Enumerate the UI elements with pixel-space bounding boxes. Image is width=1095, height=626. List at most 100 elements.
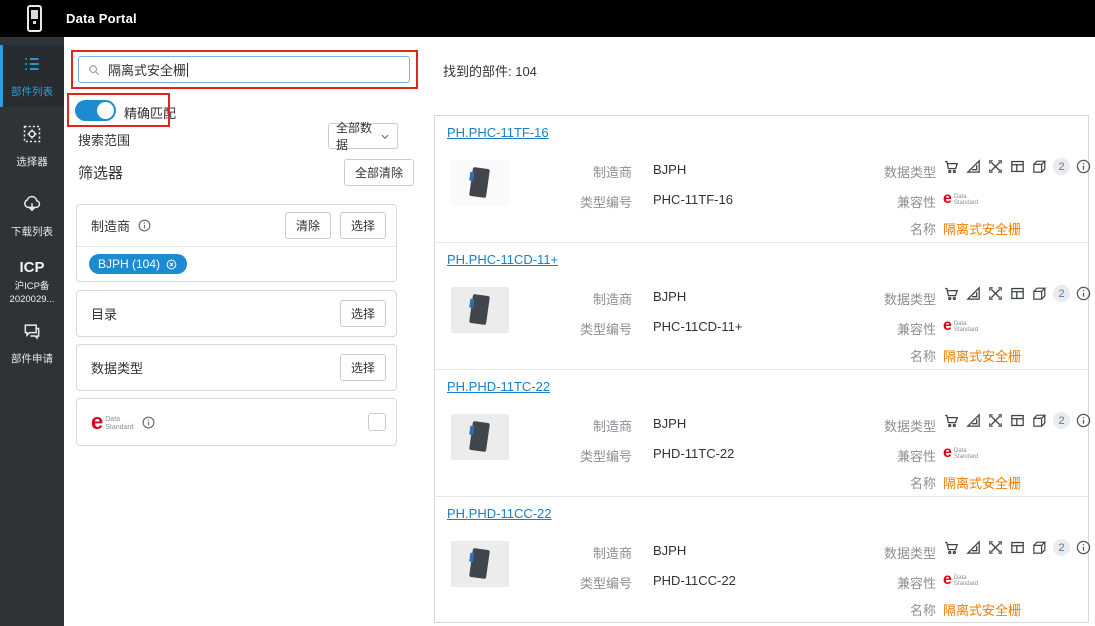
data-type-label: 数据类型 bbox=[843, 416, 936, 435]
cloud-download-icon bbox=[22, 194, 42, 214]
extra-count-badge[interactable]: 2 bbox=[1053, 158, 1070, 175]
part-link[interactable]: PH.PHD-11TC-22 bbox=[447, 379, 550, 394]
info-icon[interactable] bbox=[1075, 158, 1092, 175]
info-icon[interactable] bbox=[141, 415, 156, 430]
type-number-value: PHD-11CC-22 bbox=[653, 573, 736, 588]
clear-all-filters-button[interactable]: 全部清除 bbox=[344, 159, 414, 186]
cube-icon[interactable] bbox=[1031, 158, 1048, 175]
sidebar-item-label: 部件申请 bbox=[0, 351, 64, 366]
result-row: PH.PHC-11TF-16 制造商 BJPH 类型编号 PHC-11TF-16… bbox=[435, 116, 1088, 243]
sidebar-item-label: 下载列表 bbox=[0, 224, 64, 239]
compatibility-label: 兼容性 bbox=[843, 573, 936, 592]
cart-icon[interactable] bbox=[943, 412, 960, 429]
info-icon[interactable] bbox=[1075, 412, 1092, 429]
part-name-link[interactable]: 隔离式安全栅 bbox=[943, 473, 1021, 492]
cube-icon[interactable] bbox=[1031, 539, 1048, 556]
part-thumbnail[interactable] bbox=[451, 160, 509, 206]
set-square-icon[interactable] bbox=[965, 158, 982, 175]
sidebar-item-parts-list[interactable]: 部件列表 bbox=[0, 45, 64, 107]
list-icon bbox=[22, 54, 42, 74]
type-number-label: 类型编号 bbox=[535, 192, 632, 211]
cube-icon[interactable] bbox=[1031, 412, 1048, 429]
set-square-icon[interactable] bbox=[965, 539, 982, 556]
manufacturer-value: BJPH bbox=[653, 289, 686, 304]
part-thumbnail[interactable] bbox=[451, 414, 509, 460]
filter-card-catalog: 目录 选择 bbox=[76, 290, 397, 337]
chevron-down-icon bbox=[380, 131, 390, 142]
part-thumbnail[interactable] bbox=[451, 541, 509, 587]
data-type-icons: 2 bbox=[943, 285, 1092, 302]
extra-count-badge[interactable]: 2 bbox=[1053, 539, 1070, 556]
filters-title: 筛选器 bbox=[78, 162, 123, 183]
set-square-icon[interactable] bbox=[965, 285, 982, 302]
catalog-select-button[interactable]: 选择 bbox=[340, 300, 386, 327]
frame-3d-icon[interactable] bbox=[987, 412, 1004, 429]
datasheet-icon[interactable] bbox=[1009, 539, 1026, 556]
chat-icon bbox=[22, 321, 42, 341]
exact-match-label: 精确匹配 bbox=[124, 103, 176, 122]
datasheet-icon[interactable] bbox=[1009, 285, 1026, 302]
part-name-link[interactable]: 隔离式安全栅 bbox=[943, 219, 1021, 238]
set-square-icon[interactable] bbox=[965, 412, 982, 429]
icp-line1: 沪ICP备 bbox=[0, 280, 64, 293]
name-label: 名称 bbox=[843, 219, 936, 238]
datasheet-icon[interactable] bbox=[1009, 158, 1026, 175]
frame-3d-icon[interactable] bbox=[987, 539, 1004, 556]
edata-standard-checkbox[interactable] bbox=[368, 413, 386, 431]
icp-line2: 2020029... bbox=[0, 293, 64, 306]
manufacturer-label: 制造商 bbox=[535, 543, 632, 562]
datatype-select-button[interactable]: 选择 bbox=[340, 354, 386, 381]
frame-3d-icon[interactable] bbox=[987, 158, 1004, 175]
info-icon[interactable] bbox=[137, 218, 152, 233]
part-thumbnail[interactable] bbox=[451, 287, 509, 333]
part-name-link[interactable]: 隔离式安全栅 bbox=[943, 600, 1021, 619]
frame-3d-icon[interactable] bbox=[987, 285, 1004, 302]
type-number-value: PHC-11TF-16 bbox=[653, 192, 733, 207]
topbar: Data Portal bbox=[0, 0, 1095, 37]
manufacturer-filter-label: 制造商 bbox=[91, 216, 130, 235]
manufacturer-value: BJPH bbox=[653, 162, 686, 177]
cube-icon[interactable] bbox=[1031, 285, 1048, 302]
data-type-label: 数据类型 bbox=[843, 543, 936, 562]
info-icon[interactable] bbox=[1075, 285, 1092, 302]
edata-standard-logo: e DataStandard bbox=[943, 446, 978, 460]
datatype-filter-label: 数据类型 bbox=[91, 358, 143, 377]
manufacturer-filter-chip[interactable]: BJPH (104) bbox=[89, 254, 187, 274]
info-icon[interactable] bbox=[1075, 539, 1092, 556]
icp-title: ICP bbox=[0, 259, 64, 276]
data-type-icons: 2 bbox=[943, 539, 1092, 556]
result-row: PH.PHD-11CC-22 制造商 BJPH 类型编号 PHD-11CC-22… bbox=[435, 497, 1088, 624]
type-number-label: 类型编号 bbox=[535, 573, 632, 592]
results-count: 找到的部件: 104 bbox=[443, 61, 537, 80]
cart-icon[interactable] bbox=[943, 158, 960, 175]
remove-chip-icon[interactable] bbox=[165, 258, 178, 271]
part-link[interactable]: PH.PHC-11CD-11+ bbox=[447, 252, 558, 267]
compatibility-label: 兼容性 bbox=[843, 192, 936, 211]
result-row: PH.PHC-11CD-11+ 制造商 BJPH 类型编号 PHC-11CD-1… bbox=[435, 243, 1088, 370]
sidebar-item-label: 选择器 bbox=[0, 154, 64, 169]
part-link[interactable]: PH.PHD-11CC-22 bbox=[447, 506, 552, 521]
type-number-value: PHC-11CD-11+ bbox=[653, 319, 742, 334]
search-scope-dropdown[interactable]: 全部数据 bbox=[328, 123, 398, 149]
compatibility-label: 兼容性 bbox=[843, 319, 936, 338]
extra-count-badge[interactable]: 2 bbox=[1053, 412, 1070, 429]
part-name-link[interactable]: 隔离式安全栅 bbox=[943, 346, 1021, 365]
search-input[interactable]: 隔离式安全栅 bbox=[78, 56, 410, 83]
sidebar-item-download-list[interactable]: 下载列表 bbox=[0, 185, 64, 247]
datasheet-icon[interactable] bbox=[1009, 412, 1026, 429]
part-link[interactable]: PH.PHC-11TF-16 bbox=[447, 125, 549, 140]
type-number-label: 类型编号 bbox=[535, 446, 632, 465]
sidebar-item-selector[interactable]: 选择器 bbox=[0, 115, 64, 177]
search-scope-value: 全部数据 bbox=[336, 119, 380, 153]
text-caret bbox=[187, 63, 188, 77]
manufacturer-label: 制造商 bbox=[535, 416, 632, 435]
data-type-label: 数据类型 bbox=[843, 289, 936, 308]
sidebar-item-part-request[interactable]: 部件申请 bbox=[0, 312, 64, 374]
search-scope-label: 搜索范围 bbox=[78, 130, 130, 149]
extra-count-badge[interactable]: 2 bbox=[1053, 285, 1070, 302]
manufacturer-select-button[interactable]: 选择 bbox=[340, 212, 386, 239]
cart-icon[interactable] bbox=[943, 539, 960, 556]
exact-match-toggle[interactable] bbox=[75, 100, 116, 121]
manufacturer-clear-button[interactable]: 清除 bbox=[285, 212, 331, 239]
cart-icon[interactable] bbox=[943, 285, 960, 302]
